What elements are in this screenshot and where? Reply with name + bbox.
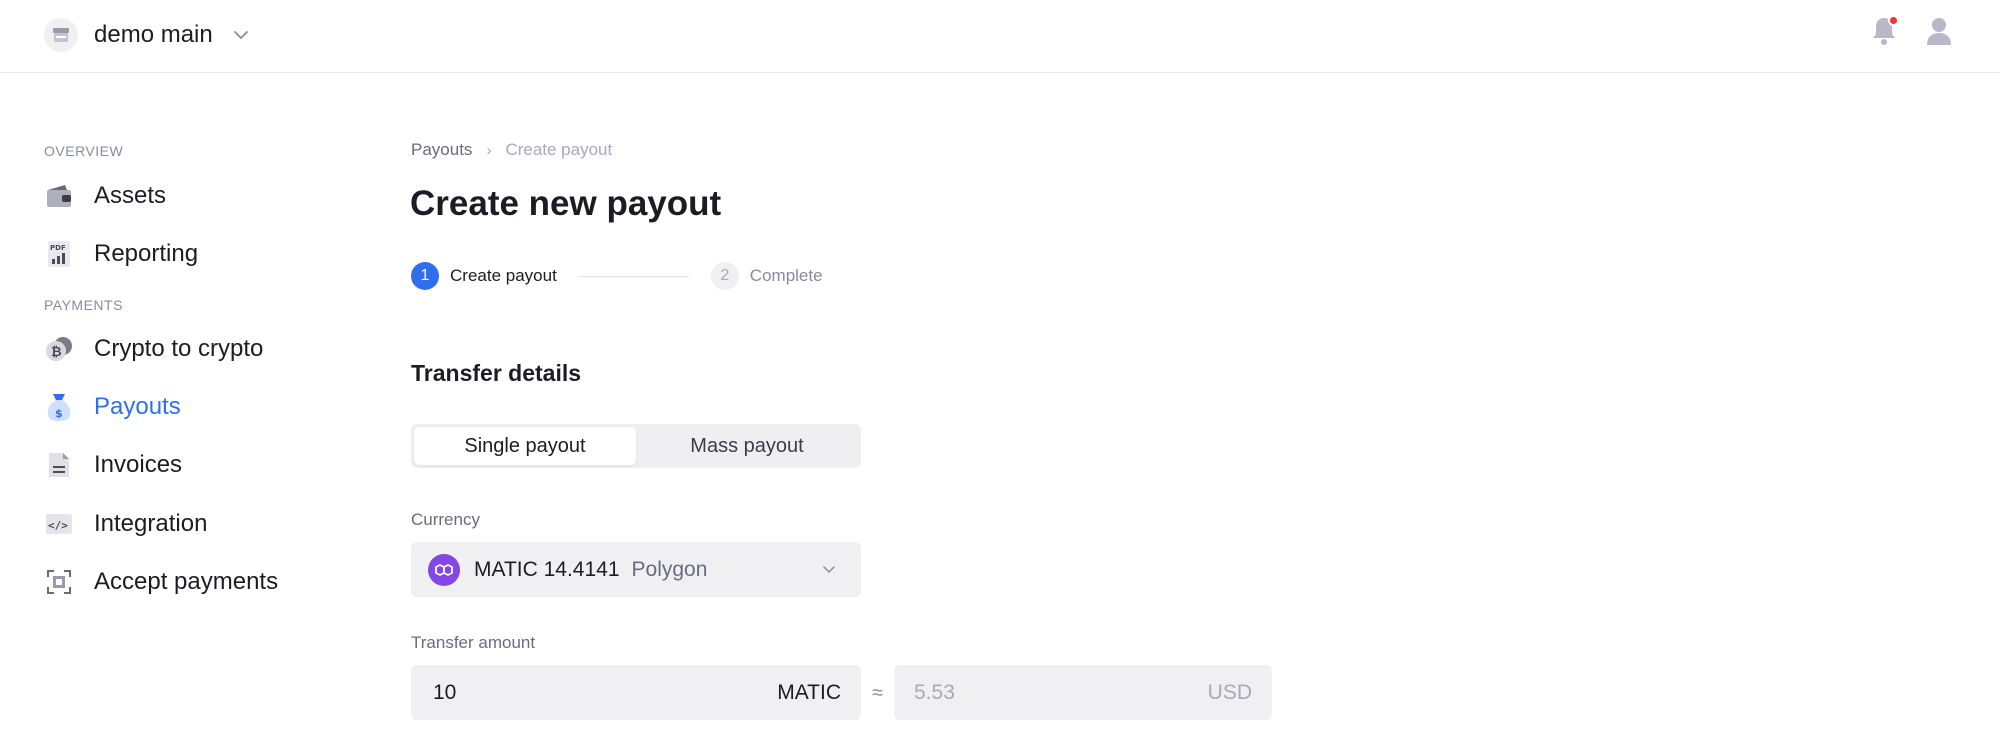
polygon-icon (428, 553, 460, 586)
transfer-amount-input[interactable]: 10 MATIC (411, 665, 861, 720)
sidebar-item-label: Integration (94, 510, 208, 537)
currency-select[interactable]: MATIC 14.4141 Polygon (411, 542, 861, 597)
step-1-number: 1 (411, 262, 439, 290)
svg-text:</>: </> (48, 519, 68, 532)
sidebar-section-overview: OVERVIEW (44, 143, 124, 159)
svg-text:₿: ₿ (51, 345, 62, 360)
coins-icon: ₿ (44, 334, 74, 364)
currency-value: MATIC 14.4141 (474, 557, 620, 581)
breadcrumb: Payouts › Create payout (411, 140, 612, 160)
svg-text:$: $ (55, 407, 63, 420)
step-2-number: 2 (710, 262, 739, 290)
svg-text:PDF: PDF (50, 244, 66, 252)
qr-code-icon (44, 567, 74, 597)
sidebar-item-label: Assets (94, 182, 167, 209)
sidebar-item-payouts[interactable]: $ Payouts (44, 387, 181, 427)
sidebar-item-label: Invoices (94, 451, 183, 478)
currency-label: Currency (411, 510, 480, 529)
breadcrumb-current: Create payout (505, 140, 613, 159)
transfer-amount-label: Transfer amount (411, 633, 536, 652)
sidebar-item-label: Accept payments (94, 568, 279, 595)
chevron-down-icon (823, 566, 835, 574)
user-icon[interactable] (1925, 16, 1953, 46)
approx-symbol: ≈ (872, 682, 883, 704)
money-bag-icon: $ (44, 392, 74, 422)
stepper: 1 Create payout 2 Complete (411, 262, 823, 290)
chevron-right-icon: › (486, 141, 492, 159)
sidebar-section-payments: PAYMENTS (44, 297, 123, 313)
usd-unit: USD (1207, 681, 1252, 704)
store-icon[interactable] (44, 18, 78, 52)
notification-dot (1888, 15, 1899, 26)
pdf-report-icon: PDF (44, 239, 74, 269)
step-2-label: Complete (749, 266, 823, 285)
mass-payout-button[interactable]: Mass payout (636, 427, 858, 465)
sidebar-item-invoices[interactable]: Invoices (44, 445, 182, 485)
sidebar-item-label: Reporting (94, 240, 199, 267)
usd-value: 5.53 (914, 681, 955, 704)
sidebar-item-crypto-to-crypto[interactable]: ₿ Crypto to crypto (44, 329, 263, 369)
sidebar-item-label: Crypto to crypto (94, 335, 264, 362)
sidebar-item-reporting[interactable]: PDF Reporting (44, 234, 198, 274)
usd-amount-input[interactable]: 5.53 USD (894, 665, 1272, 720)
amount-unit: MATIC (777, 681, 841, 704)
sidebar-item-label: Payouts (94, 393, 181, 420)
page-title: Create new payout (410, 184, 722, 223)
sidebar-item-assets[interactable]: Assets (44, 176, 166, 216)
step-divider (578, 275, 689, 277)
amount-value: 10 (433, 681, 457, 704)
step-1-label: Create payout (450, 266, 557, 285)
currency-network: Polygon (631, 557, 708, 581)
top-bar: demo main (0, 0, 2000, 73)
document-icon (44, 450, 74, 480)
single-payout-button[interactable]: Single payout (414, 427, 636, 465)
payout-type-toggle: Single payout Mass payout (411, 424, 861, 468)
wallet-icon (44, 181, 74, 211)
breadcrumb-payouts-link[interactable]: Payouts (411, 140, 472, 160)
workspace-name[interactable]: demo main (94, 20, 213, 50)
sidebar-item-accept-payments[interactable]: Accept payments (44, 562, 278, 602)
section-title: Transfer details (411, 360, 582, 386)
chevron-down-icon[interactable] (232, 26, 250, 44)
sidebar-item-integration[interactable]: </> Integration (44, 504, 207, 544)
code-icon: </> (44, 509, 74, 539)
